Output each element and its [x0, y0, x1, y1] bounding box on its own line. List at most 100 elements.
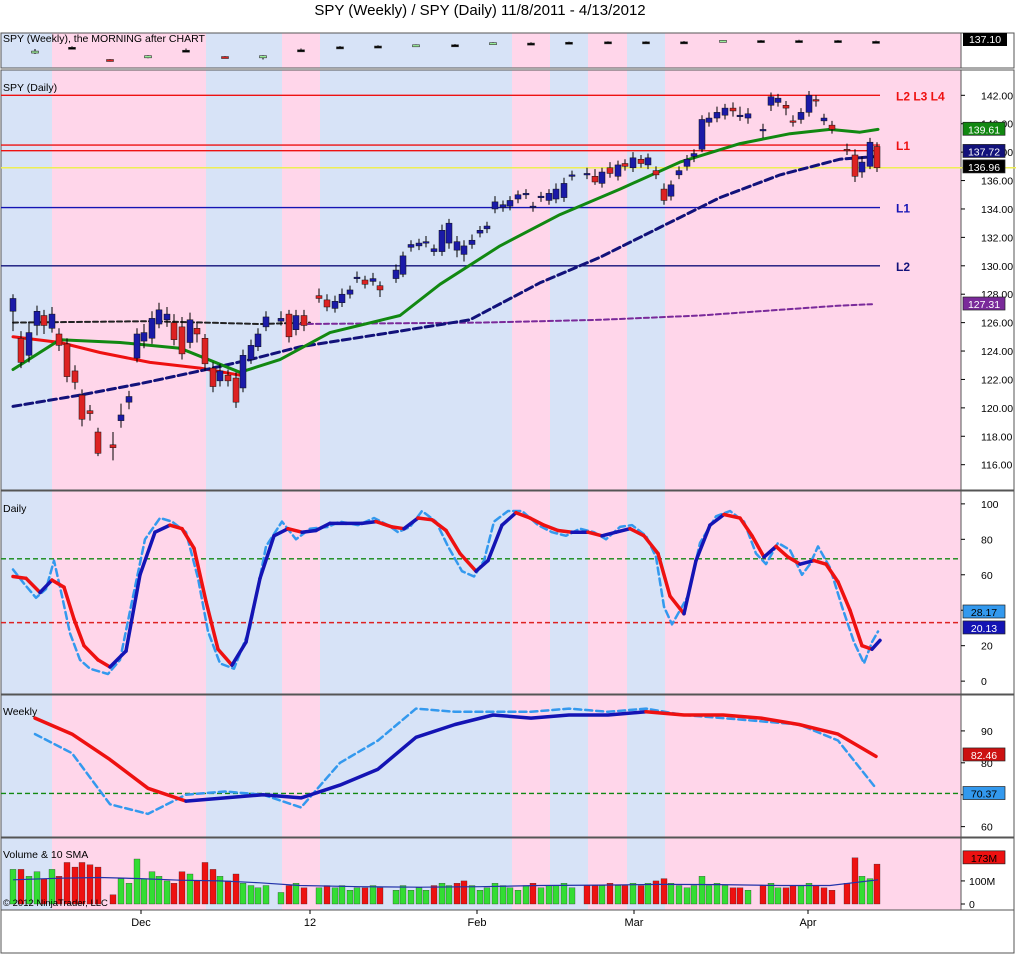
background-band [550, 70, 588, 490]
volume-bar [499, 885, 507, 905]
candle [133, 333, 141, 359]
candle [591, 176, 599, 183]
candle [729, 107, 737, 112]
daily-stoch-line-segment [390, 525, 406, 531]
volume-bar [338, 885, 346, 905]
candle [9, 298, 17, 312]
candle [552, 188, 560, 200]
candle [71, 370, 79, 383]
candle [514, 194, 522, 200]
weekly-candle [31, 50, 39, 54]
panel-title-weekly-morning: SPY (Weekly), the MORNING after CHART [3, 33, 205, 45]
candle [767, 96, 775, 106]
candle [285, 313, 293, 338]
volume-bar [851, 857, 859, 905]
candle [300, 315, 308, 326]
candle [186, 319, 194, 343]
volume-bar [376, 887, 384, 905]
y-tick-label: 142.00 [981, 90, 1013, 102]
candle [866, 141, 874, 167]
volume-bar [568, 887, 576, 905]
candle [774, 97, 782, 103]
volume-bar [552, 885, 560, 905]
y-tick-label: 134.00 [981, 204, 1013, 216]
panel-title-daily-stoch: Daily [3, 503, 27, 515]
background-band [1, 70, 52, 490]
y-axis-area [960, 490, 1015, 695]
candle [713, 112, 721, 119]
volume-bar [629, 883, 637, 905]
weekly-candle [412, 44, 420, 48]
candle [568, 174, 576, 177]
y-tick-label: 116.00 [981, 460, 1012, 472]
candle [652, 170, 660, 176]
volume-bar [125, 883, 133, 905]
y-tick-label: 124.00 [981, 346, 1013, 358]
candle [675, 170, 683, 176]
y-tick-label: 136.00 [981, 176, 1013, 188]
volume-last-value: 173M [971, 853, 997, 865]
candle [315, 295, 323, 299]
volume-bar [300, 887, 308, 905]
volume-bar [812, 885, 820, 905]
candle [812, 99, 820, 102]
candle [422, 241, 430, 244]
candle [170, 322, 178, 340]
background-band [665, 70, 961, 490]
y-tick-label: 0 [969, 899, 975, 911]
background-band [665, 491, 961, 694]
weekly-candle [527, 42, 535, 46]
y-tick-label: 126.00 [981, 318, 1013, 330]
volume-bar [782, 887, 790, 905]
candle [78, 394, 86, 420]
x-tick-label: Apr [799, 917, 816, 929]
volume-bar [583, 885, 591, 905]
volume-bar [323, 885, 331, 905]
volume-bar [522, 885, 530, 905]
candle [476, 230, 484, 234]
weekly-candle [834, 40, 842, 43]
y-tick-label: 20 [981, 641, 993, 653]
weekly-candle [144, 55, 152, 59]
background-band [627, 70, 665, 490]
volume-bar [789, 885, 797, 905]
weekly-candle [221, 56, 229, 59]
volume-bar [591, 885, 599, 905]
candle [445, 222, 453, 244]
volume-bar [660, 878, 668, 905]
background-band [627, 695, 665, 837]
background-band [550, 33, 588, 68]
volume-bar [224, 880, 232, 905]
level-label: L1 [896, 139, 910, 153]
y-tick-label: 60 [981, 822, 993, 834]
volume-bar [430, 885, 438, 905]
candle [782, 105, 790, 109]
volume-bar [721, 885, 729, 905]
candle [209, 367, 217, 387]
volume-bar [698, 876, 706, 905]
volume-bar [346, 890, 354, 905]
daily-stoch-line-segment [556, 528, 574, 534]
volume-bar [683, 887, 691, 905]
volume-bar [209, 869, 217, 905]
candle [247, 345, 255, 360]
volume-bar [262, 885, 270, 905]
volume-bar [155, 876, 163, 905]
background-band [206, 491, 282, 694]
volume-bar [148, 871, 156, 905]
candle [614, 164, 622, 177]
candle [545, 193, 553, 201]
candle [178, 326, 186, 355]
candle [155, 309, 163, 325]
weekly-candle [757, 40, 765, 43]
background-band [665, 33, 961, 68]
candle [797, 112, 805, 120]
weekly-candle [336, 46, 344, 50]
x-tick-label: Dec [131, 917, 151, 929]
level-label: L1 [896, 202, 910, 216]
weekly-candle [604, 41, 612, 45]
candle [843, 149, 851, 152]
volume-bar [637, 885, 645, 905]
background-band [320, 33, 512, 68]
weekly-stoch-dashed-value: 70.37 [971, 789, 997, 801]
